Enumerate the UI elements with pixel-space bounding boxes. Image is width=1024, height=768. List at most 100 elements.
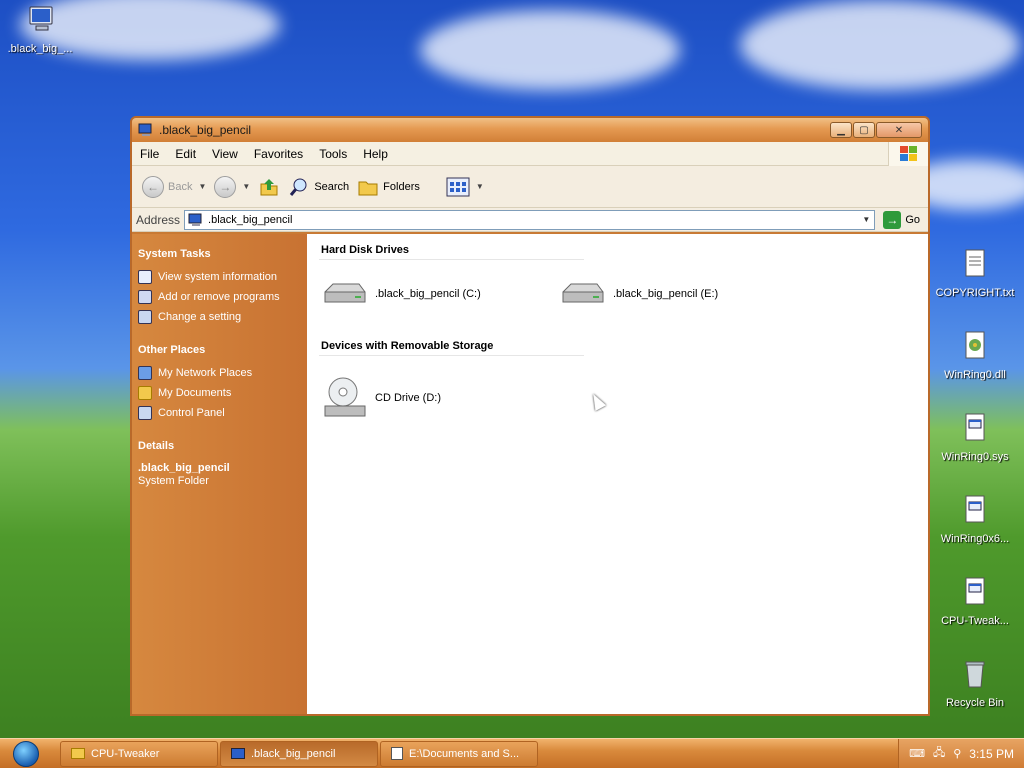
views-button[interactable]: ▼: [446, 177, 484, 197]
task-add-remove-programs[interactable]: Add or remove programs: [138, 290, 301, 304]
windows-flag-icon: [899, 145, 917, 161]
drive-label: .black_big_pencil (C:): [375, 288, 481, 300]
start-orb-icon: [13, 740, 39, 767]
folders-icon: [358, 181, 378, 195]
place-label: Control Panel: [158, 407, 225, 419]
toolbar: ← Back ▼ → ▼ Search Folders ▼: [132, 166, 928, 208]
details-section: Details .black_big_pencil System Folder: [138, 440, 301, 488]
address-label: Address: [136, 212, 181, 227]
minimize-button[interactable]: ▁: [830, 122, 852, 138]
system-tasks-section: System Tasks View system information Add…: [138, 248, 301, 324]
recycle-bin-icon: [965, 661, 985, 688]
menu-file[interactable]: File: [132, 147, 167, 161]
menu-tools[interactable]: Tools: [311, 147, 355, 161]
details-heading[interactable]: Details: [138, 440, 301, 452]
chevron-down-icon[interactable]: ▼: [242, 182, 250, 191]
taskbar-item-black-big-pencil[interactable]: .black_big_pencil: [220, 740, 378, 767]
task-view-system-info[interactable]: View system information: [138, 270, 301, 284]
desktop-icon-winring-x64[interactable]: WinRing0x6...: [935, 494, 1015, 545]
task-pane: System Tasks View system information Add…: [132, 234, 307, 714]
task-label: CPU-Tweaker: [91, 747, 160, 760]
desktop-icon-winring-sys[interactable]: WinRing0.sys: [935, 412, 1015, 463]
maximize-icon: ▢: [859, 124, 869, 136]
address-value: .black_big_pencil: [208, 213, 293, 226]
desktop-icon-winring-dll[interactable]: WinRing0.dll: [935, 330, 1015, 381]
system-tasks-heading[interactable]: System Tasks: [138, 248, 301, 260]
system-tray: ⌨ 🖧 ⚲ 3:15 PM: [898, 738, 1024, 768]
back-button[interactable]: ← Back ▼: [142, 175, 206, 198]
minimize-icon: ▁: [837, 124, 845, 136]
file-list: Hard Disk Drives .black_big_pencil (C:) …: [307, 234, 928, 714]
views-icon: [446, 177, 470, 196]
task-label: E:\Documents and S...: [409, 747, 520, 760]
place-control-panel[interactable]: Control Panel: [138, 406, 301, 420]
network-icon[interactable]: 🖧: [933, 744, 945, 763]
go-arrow-icon: →: [883, 210, 902, 229]
details-type: System Folder: [138, 475, 209, 487]
place-label: My Documents: [158, 387, 232, 399]
menu-edit[interactable]: Edit: [167, 147, 204, 161]
folder-icon: [71, 748, 85, 759]
desktop-icon-label: CPU-Tweak...: [941, 615, 1009, 627]
menu-bar: File Edit View Favorites Tools Help: [132, 141, 928, 166]
desktop-icon-recycle-bin[interactable]: Recycle Bin: [935, 658, 1015, 709]
details-name: .black_big_pencil: [138, 462, 230, 474]
desktop-icon-cpu-tweaker[interactable]: CPU-Tweak...: [935, 576, 1015, 627]
address-bar: Address .black_big_pencil ▼ → Go: [132, 208, 928, 232]
folder-up-icon: [260, 178, 278, 195]
back-arrow-icon: ←: [142, 175, 164, 198]
desktop-icon-label: WinRing0.dll: [944, 369, 1006, 381]
drive-c[interactable]: .black_big_pencil (C:): [321, 278, 559, 310]
drive-e[interactable]: .black_big_pencil (E:): [559, 278, 797, 310]
windows-logo: [888, 141, 928, 166]
other-places-heading[interactable]: Other Places: [138, 344, 301, 356]
desktop-icon-label: Recycle Bin: [945, 697, 1005, 709]
search-tray-icon[interactable]: ⚲: [953, 747, 961, 760]
menu-help[interactable]: Help: [355, 147, 396, 161]
go-button[interactable]: → Go: [879, 210, 924, 229]
group-hard-disk-drives: Hard Disk Drives: [319, 242, 584, 260]
desktop-icon-computer[interactable]: .black_big_...: [0, 4, 80, 55]
computer-icon: [188, 213, 202, 226]
desktop-icon-copyright[interactable]: COPYRIGHT.txt: [935, 248, 1015, 299]
taskbar: CPU-Tweaker .black_big_pencil E:\Documen…: [0, 738, 1024, 768]
computer-icon: [138, 123, 152, 136]
chevron-down-icon[interactable]: ▼: [198, 182, 206, 191]
folders-button[interactable]: Folders: [357, 176, 420, 198]
taskbar-item-documents[interactable]: E:\Documents and S...: [380, 740, 538, 767]
folders-label: Folders: [383, 180, 420, 193]
clock[interactable]: 3:15 PM: [969, 747, 1014, 761]
back-label: Back: [168, 180, 193, 193]
maximize-button[interactable]: ▢: [853, 122, 875, 138]
other-places-section: Other Places My Network Places My Docume…: [138, 344, 301, 420]
desktop-icon-label: WinRing0x6...: [940, 533, 1010, 545]
place-label: My Network Places: [158, 367, 253, 379]
forward-arrow-icon: →: [214, 175, 237, 198]
drive-d[interactable]: CD Drive (D:): [321, 374, 559, 422]
place-my-documents[interactable]: My Documents: [138, 386, 301, 400]
taskbar-item-cpu-tweaker[interactable]: CPU-Tweaker: [60, 740, 218, 767]
keyboard-icon[interactable]: ⌨: [909, 747, 925, 760]
forward-button[interactable]: → ▼: [214, 175, 250, 198]
control-panel-icon: [138, 310, 152, 324]
sky-cloud: [740, 0, 1020, 90]
cd-drive-icon: [324, 377, 366, 417]
title-bar[interactable]: .black_big_pencil ▁ ▢ ✕: [132, 118, 928, 142]
chevron-down-icon: ▼: [475, 182, 484, 191]
menu-view[interactable]: View: [204, 147, 246, 161]
search-label: Search: [314, 180, 350, 193]
menu-favorites[interactable]: Favorites: [246, 147, 311, 161]
chevron-down-icon[interactable]: ▼: [858, 211, 874, 229]
start-button[interactable]: [0, 739, 52, 768]
desktop-icon-label: WinRing0.sys: [941, 451, 1009, 463]
address-input[interactable]: .black_big_pencil ▼: [184, 209, 876, 230]
task-label: Add or remove programs: [158, 291, 280, 303]
sys-file-icon: [965, 413, 985, 441]
place-my-network[interactable]: My Network Places: [138, 366, 301, 380]
task-change-setting[interactable]: Change a setting: [138, 310, 301, 324]
drive-label: .black_big_pencil (E:): [613, 288, 719, 300]
close-button[interactable]: ✕: [876, 122, 922, 138]
app-icon: [965, 577, 985, 605]
search-button[interactable]: Search: [288, 176, 349, 198]
up-button[interactable]: [258, 176, 280, 198]
